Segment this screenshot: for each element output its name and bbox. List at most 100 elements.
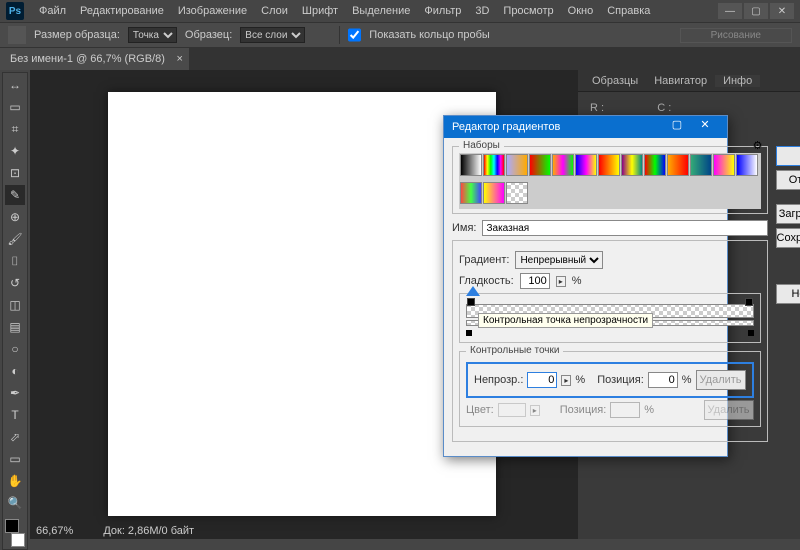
- dialog-close-button[interactable]: ✕: [691, 118, 719, 136]
- stepper-icon[interactable]: ▸: [561, 375, 571, 386]
- opacity-input[interactable]: [527, 372, 557, 388]
- color-stop-left[interactable]: [466, 330, 472, 336]
- opacity-stop-left[interactable]: [467, 298, 475, 306]
- menu-слои[interactable]: Слои: [254, 5, 295, 17]
- preset-4[interactable]: [552, 154, 574, 176]
- gradient-type-select[interactable]: Непрерывный: [515, 251, 603, 269]
- preset-0[interactable]: [460, 154, 482, 176]
- menu-справка[interactable]: Справка: [600, 5, 657, 17]
- tab-swatches[interactable]: Образцы: [584, 75, 646, 87]
- delete-opacity-stop-button[interactable]: Удалить: [696, 370, 746, 390]
- options-bar: Размер образца: Точка Образец: Все слои …: [0, 22, 800, 48]
- tool-marquee[interactable]: ▭: [5, 97, 25, 117]
- show-ring-checkbox[interactable]: [348, 27, 361, 43]
- tab-info[interactable]: Инфо: [715, 75, 760, 87]
- preset-11[interactable]: [713, 154, 735, 176]
- menu-изображение[interactable]: Изображение: [171, 5, 254, 17]
- toolbox: ↔▭⌗✦⊡✎⊕🖌⌷↺◫▤○◐✒T⬀▭✋🔍: [2, 72, 28, 550]
- cancel-button[interactable]: Отмена: [776, 170, 800, 190]
- new-button[interactable]: Новый: [776, 284, 800, 304]
- tool-path[interactable]: ⬀: [5, 427, 25, 447]
- menu-окно[interactable]: Окно: [561, 5, 601, 17]
- workspace-switcher[interactable]: Рисование: [680, 28, 792, 43]
- color-label: Цвет:: [466, 404, 494, 416]
- preset-15[interactable]: [506, 182, 528, 204]
- preset-2[interactable]: [506, 154, 528, 176]
- gradient-name-input[interactable]: [482, 220, 767, 236]
- gradient-ramp[interactable]: Контрольная точка непрозрачности: [459, 293, 761, 343]
- preset-9[interactable]: [667, 154, 689, 176]
- tool-history[interactable]: ↺: [5, 273, 25, 293]
- menu-выделение[interactable]: Выделение: [345, 5, 417, 17]
- position-input[interactable]: [648, 372, 678, 388]
- tool-type[interactable]: T: [5, 405, 25, 425]
- tool-blur[interactable]: ○: [5, 339, 25, 359]
- sample-mode-select[interactable]: Все слои: [240, 27, 305, 43]
- smoothness-input[interactable]: [520, 273, 550, 289]
- preset-14[interactable]: [483, 182, 505, 204]
- gradient-settings-group: Градиент: Непрерывный Гладкость: ▸ % Кон…: [452, 240, 768, 442]
- close-button[interactable]: ✕: [770, 3, 794, 19]
- tool-lasso[interactable]: ⌗: [5, 119, 25, 139]
- tool-brush-heal[interactable]: ⊕: [5, 207, 25, 227]
- preset-10[interactable]: [690, 154, 712, 176]
- tool-brush[interactable]: 🖌: [5, 229, 25, 249]
- stops-label: Контрольные точки: [466, 345, 563, 356]
- close-tab-icon[interactable]: ×: [176, 53, 182, 65]
- minimize-button[interactable]: —: [718, 3, 742, 19]
- presets-group: Наборы ⚙: [452, 146, 768, 214]
- load-button[interactable]: Загрузить...: [776, 204, 800, 224]
- tool-stamp[interactable]: ⌷: [5, 251, 25, 271]
- maximize-button[interactable]: ▢: [744, 3, 768, 19]
- menu-фильтр[interactable]: Фильтр: [417, 5, 468, 17]
- tool-hand[interactable]: ✋: [5, 471, 25, 491]
- menu-3d[interactable]: 3D: [468, 5, 496, 17]
- presets-gear-icon[interactable]: ⚙: [753, 139, 763, 152]
- color-swatch: [498, 403, 526, 417]
- tool-zoom[interactable]: 🔍: [5, 493, 25, 513]
- tool-shape[interactable]: ▭: [5, 449, 25, 469]
- info-panel-tabs: Образцы Навигатор Инфо: [578, 70, 800, 92]
- name-label: Имя:: [452, 222, 476, 234]
- preset-12[interactable]: [736, 154, 758, 176]
- preset-3[interactable]: [529, 154, 551, 176]
- tool-crop[interactable]: ⊡: [5, 163, 25, 183]
- save-button[interactable]: Сохранить...: [776, 228, 800, 248]
- stepper-icon[interactable]: ▸: [556, 276, 566, 287]
- menu-шрифт[interactable]: Шрифт: [295, 5, 345, 17]
- tool-eraser[interactable]: ◫: [5, 295, 25, 315]
- dialog-maximize-button[interactable]: ▢: [663, 118, 691, 136]
- position-label: Позиция:: [597, 374, 644, 386]
- tool-gradient[interactable]: ▤: [5, 317, 25, 337]
- tool-move[interactable]: ↔: [5, 75, 25, 95]
- tab-navigator[interactable]: Навигатор: [646, 75, 715, 87]
- menu-bar: Ps ФайлРедактированиеИзображениеСлоиШриф…: [0, 0, 800, 22]
- canvas[interactable]: [108, 92, 496, 516]
- menu-просмотр[interactable]: Просмотр: [496, 5, 560, 17]
- preset-13[interactable]: [460, 182, 482, 204]
- preset-6[interactable]: [598, 154, 620, 176]
- color-stop-right[interactable]: [748, 330, 754, 336]
- document-tab[interactable]: Без имени-1 @ 66,7% (RGB/8) ×: [0, 48, 189, 70]
- tool-wand[interactable]: ✦: [5, 141, 25, 161]
- document-tab-bar: Без имени-1 @ 66,7% (RGB/8) ×: [0, 48, 800, 70]
- preset-8[interactable]: [644, 154, 666, 176]
- sample-size-select[interactable]: Точка: [128, 27, 177, 43]
- color-swap[interactable]: [5, 519, 25, 547]
- stepper-icon: ▸: [530, 405, 540, 416]
- menu-редактирование[interactable]: Редактирование: [73, 5, 171, 17]
- opacity-stop-right[interactable]: [745, 298, 753, 306]
- position2-input: [610, 402, 640, 418]
- tool-eyedropper[interactable]: ✎: [5, 185, 25, 205]
- sample-size-label: Размер образца:: [34, 29, 120, 41]
- ok-button[interactable]: OK: [776, 146, 800, 166]
- cursor-pointer-icon: [466, 286, 480, 296]
- dialog-title-bar[interactable]: Редактор градиентов ▢ ✕: [444, 116, 727, 138]
- tool-dodge[interactable]: ◐: [5, 361, 25, 381]
- show-ring-label: Показать кольцо пробы: [369, 29, 490, 41]
- preset-5[interactable]: [575, 154, 597, 176]
- menu-файл[interactable]: Файл: [32, 5, 73, 17]
- tool-pen[interactable]: ✒: [5, 383, 25, 403]
- preset-7[interactable]: [621, 154, 643, 176]
- preset-1[interactable]: [483, 154, 505, 176]
